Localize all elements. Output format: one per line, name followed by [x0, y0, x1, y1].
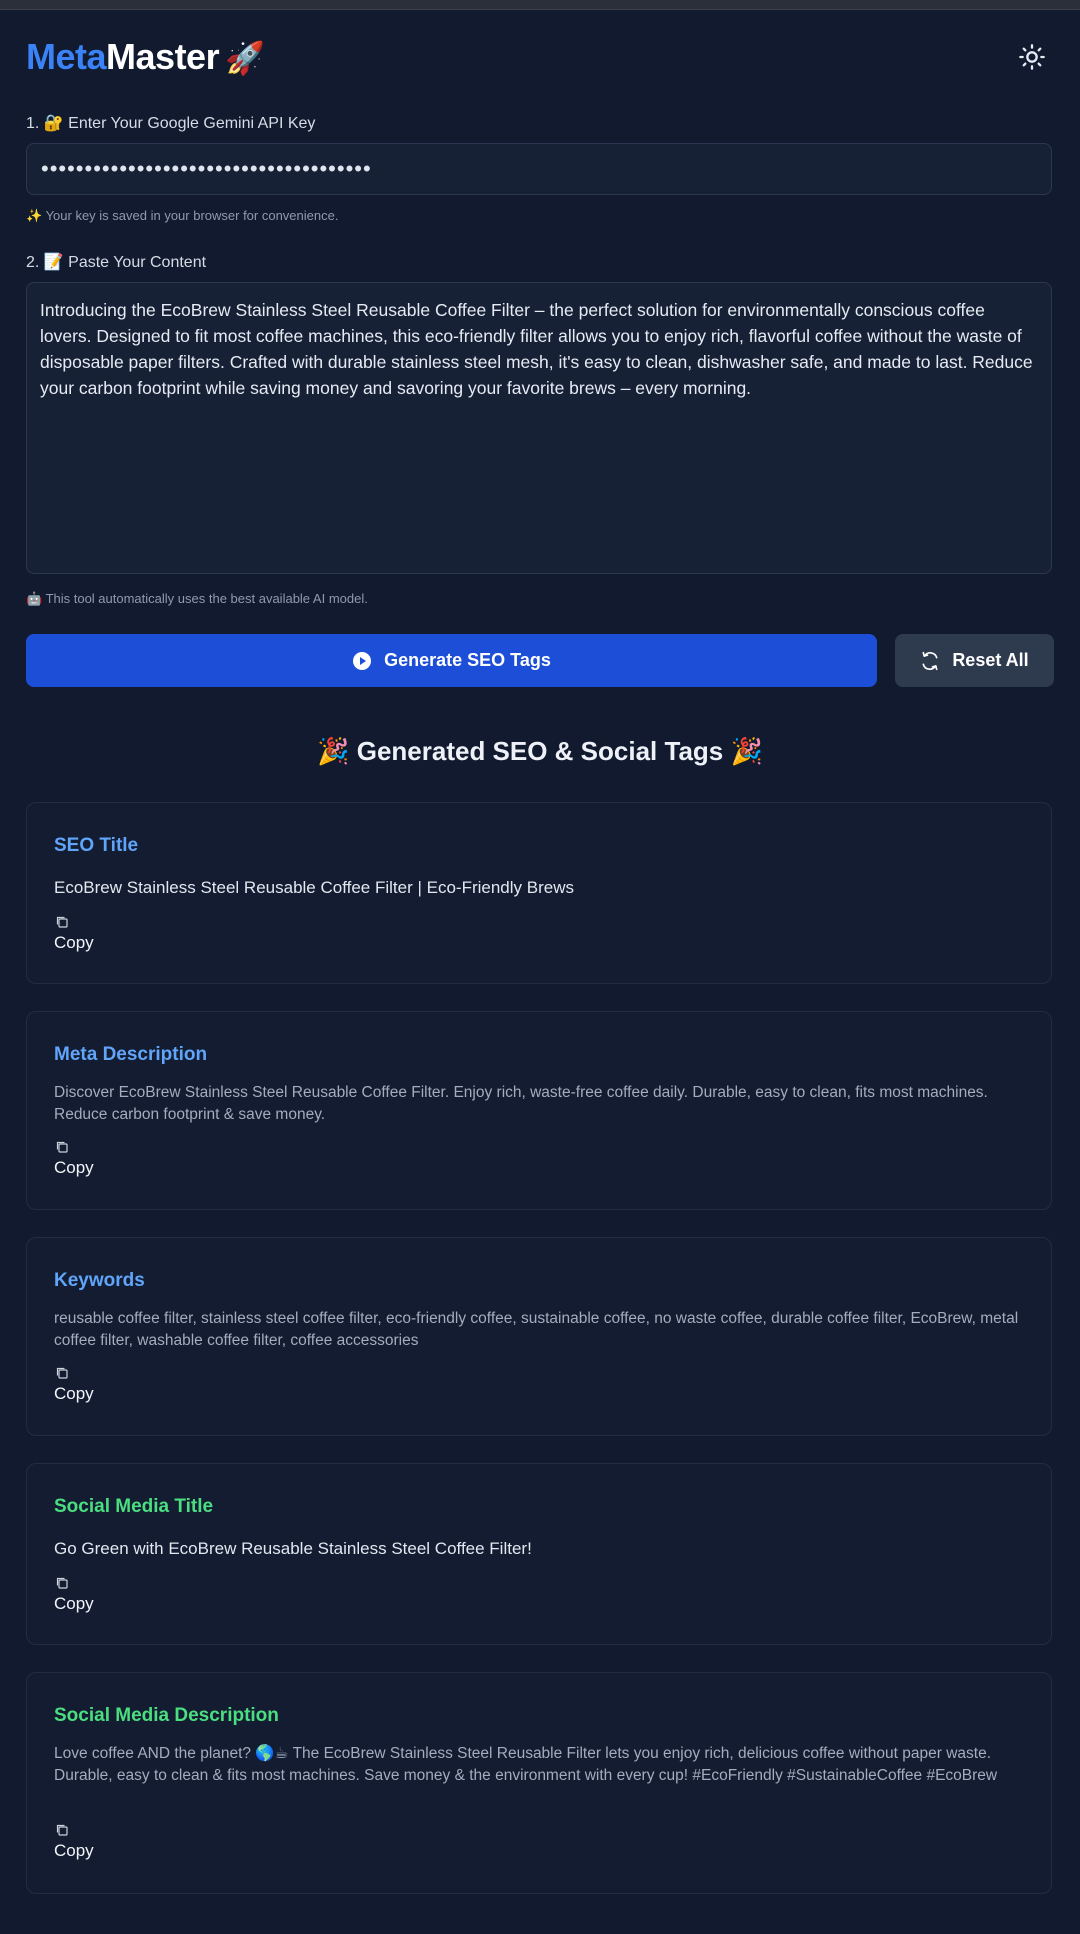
copy-icon[interactable] [55, 1366, 69, 1380]
reset-all-button[interactable]: Reset All [895, 634, 1054, 687]
copy-icon[interactable] [55, 1140, 69, 1154]
copy-button[interactable]: Copy [54, 1841, 94, 1861]
generate-seo-tags-button[interactable]: Generate SEO Tags [26, 634, 877, 687]
app-logo: MetaMaster 🚀 [26, 34, 265, 81]
card-title: Meta Description [54, 1044, 208, 1065]
card-title: SEO Title [54, 835, 139, 856]
content-textarea[interactable]: Introducing the EcoBrew Stainless Steel … [26, 282, 1052, 574]
window-top-bar [0, 0, 1080, 10]
content-label: 2. 📝 Paste Your Content [26, 254, 207, 271]
copy-button[interactable]: Copy [54, 1158, 94, 1178]
theme-toggle-button[interactable] [1018, 43, 1046, 71]
card-title: Social Media Title [54, 1496, 214, 1517]
play-icon [353, 651, 372, 670]
copy-icon[interactable] [55, 1823, 69, 1837]
social-title-card: Social Media Title Go Green with EcoBrew… [26, 1463, 1052, 1645]
rocket-icon: 🚀 [225, 40, 265, 76]
meta-description-card: Meta Description Discover EcoBrew Stainl… [26, 1011, 1052, 1210]
keywords-card: Keywords reusable coffee filter, stainle… [26, 1237, 1052, 1436]
seo-title-card: SEO Title EcoBrew Stainless Steel Reusab… [26, 802, 1052, 984]
card-text: Love coffee AND the planet? 🌎☕ The EcoBr… [54, 1745, 998, 1784]
card-text: Go Green with EcoBrew Reusable Stainless… [54, 1539, 532, 1558]
results-heading: 🎉 Generated SEO & Social Tags 🎉 [317, 736, 763, 766]
copy-button[interactable]: Copy [54, 933, 94, 953]
card-text: EcoBrew Stainless Steel Reusable Coffee … [54, 878, 574, 897]
api-key-hint: ✨ Your key is saved in your browser for … [26, 208, 339, 223]
card-text: Discover EcoBrew Stainless Steel Reusabl… [54, 1084, 988, 1123]
logo-master: Master [106, 36, 220, 77]
copy-icon[interactable] [55, 1576, 69, 1590]
copy-button[interactable]: Copy [54, 1594, 94, 1614]
card-title: Keywords [54, 1270, 145, 1291]
card-text: reusable coffee filter, stainless steel … [54, 1310, 1019, 1349]
app-header: MetaMaster 🚀 [26, 34, 1054, 80]
generate-button-label: Generate SEO Tags [384, 650, 551, 670]
reset-button-label: Reset All [952, 650, 1029, 670]
logo-meta: Meta [26, 36, 107, 77]
social-description-card: Social Media Description Love coffee AND… [26, 1672, 1052, 1894]
copy-button[interactable]: Copy [54, 1384, 94, 1404]
card-title: Social Media Description [54, 1705, 279, 1726]
copy-icon[interactable] [55, 915, 69, 929]
model-hint: 🤖 This tool automatically uses the best … [26, 591, 368, 606]
api-key-input[interactable]: •••••••••••••••••••••••••••••••••••••• [26, 143, 1052, 195]
sun-icon [1019, 44, 1045, 70]
api-key-label: 1. 🔐 Enter Your Google Gemini API Key [26, 115, 316, 132]
refresh-icon [922, 651, 938, 670]
